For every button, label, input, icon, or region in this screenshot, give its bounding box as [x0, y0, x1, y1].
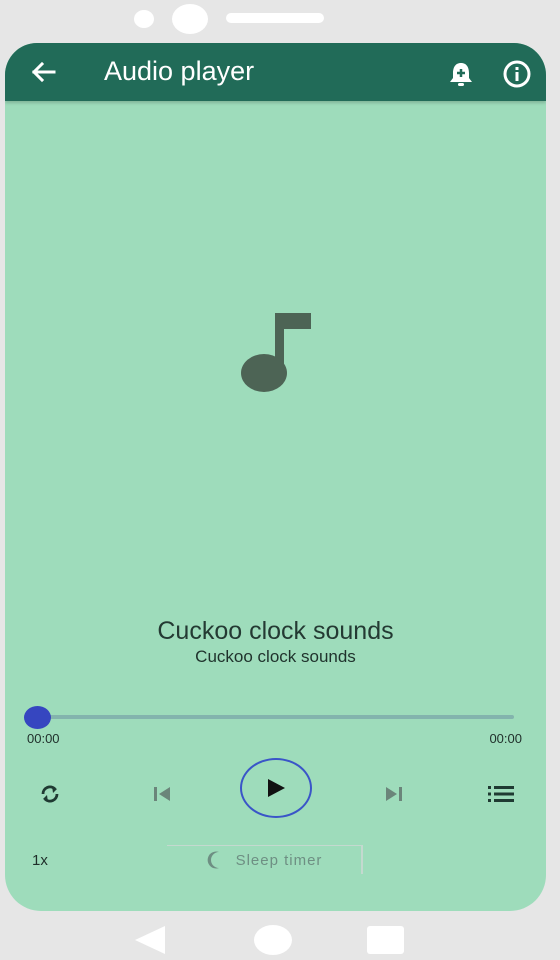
skip-next-icon: [386, 787, 402, 801]
moon-icon: [207, 851, 219, 869]
alarm-add-icon: [450, 63, 472, 86]
seek-bar[interactable]: [37, 715, 514, 719]
play-button[interactable]: [240, 758, 312, 818]
alarm-add-button[interactable]: [446, 59, 476, 89]
next-button[interactable]: [377, 777, 411, 811]
track-title: Cuckoo clock sounds: [157, 617, 394, 645]
previous-button[interactable]: [145, 777, 179, 811]
camera-dot: [134, 10, 154, 28]
playlist-icon: [488, 786, 514, 802]
track-artist: Cuckoo clock sounds: [195, 647, 356, 666]
sleep-timer-label: Sleep timer: [235, 851, 323, 869]
back-button[interactable]: [27, 58, 59, 86]
nav-home-button[interactable]: [254, 925, 292, 955]
sleep-timer-button[interactable]: Sleep timer: [167, 845, 363, 874]
skip-previous-icon: [154, 787, 170, 801]
arrow-back-icon: [31, 61, 56, 83]
device-frame: Audio player Cuckoo clock sounds Cuckoo …: [0, 0, 560, 960]
playlist-button[interactable]: [484, 777, 518, 811]
camera-lens: [172, 4, 208, 34]
repeat-icon: [41, 785, 59, 803]
play-icon: [268, 779, 285, 797]
speaker-grille: [226, 13, 324, 23]
current-time: 00:00: [27, 731, 60, 746]
repeat-button[interactable]: [33, 777, 67, 811]
seek-thumb[interactable]: [24, 706, 51, 729]
app-screen: Audio player Cuckoo clock sounds Cuckoo …: [5, 43, 546, 911]
nav-recents-button[interactable]: [367, 926, 404, 954]
info-icon: [503, 60, 531, 88]
playback-speed-button[interactable]: 1x: [32, 852, 48, 870]
app-bar: Audio player: [5, 43, 546, 101]
nav-back-icon[interactable]: [133, 925, 167, 955]
music-note-icon: [241, 313, 311, 392]
info-button[interactable]: [501, 59, 533, 89]
total-time: 00:00: [489, 731, 522, 746]
page-title: Audio player: [104, 56, 255, 86]
